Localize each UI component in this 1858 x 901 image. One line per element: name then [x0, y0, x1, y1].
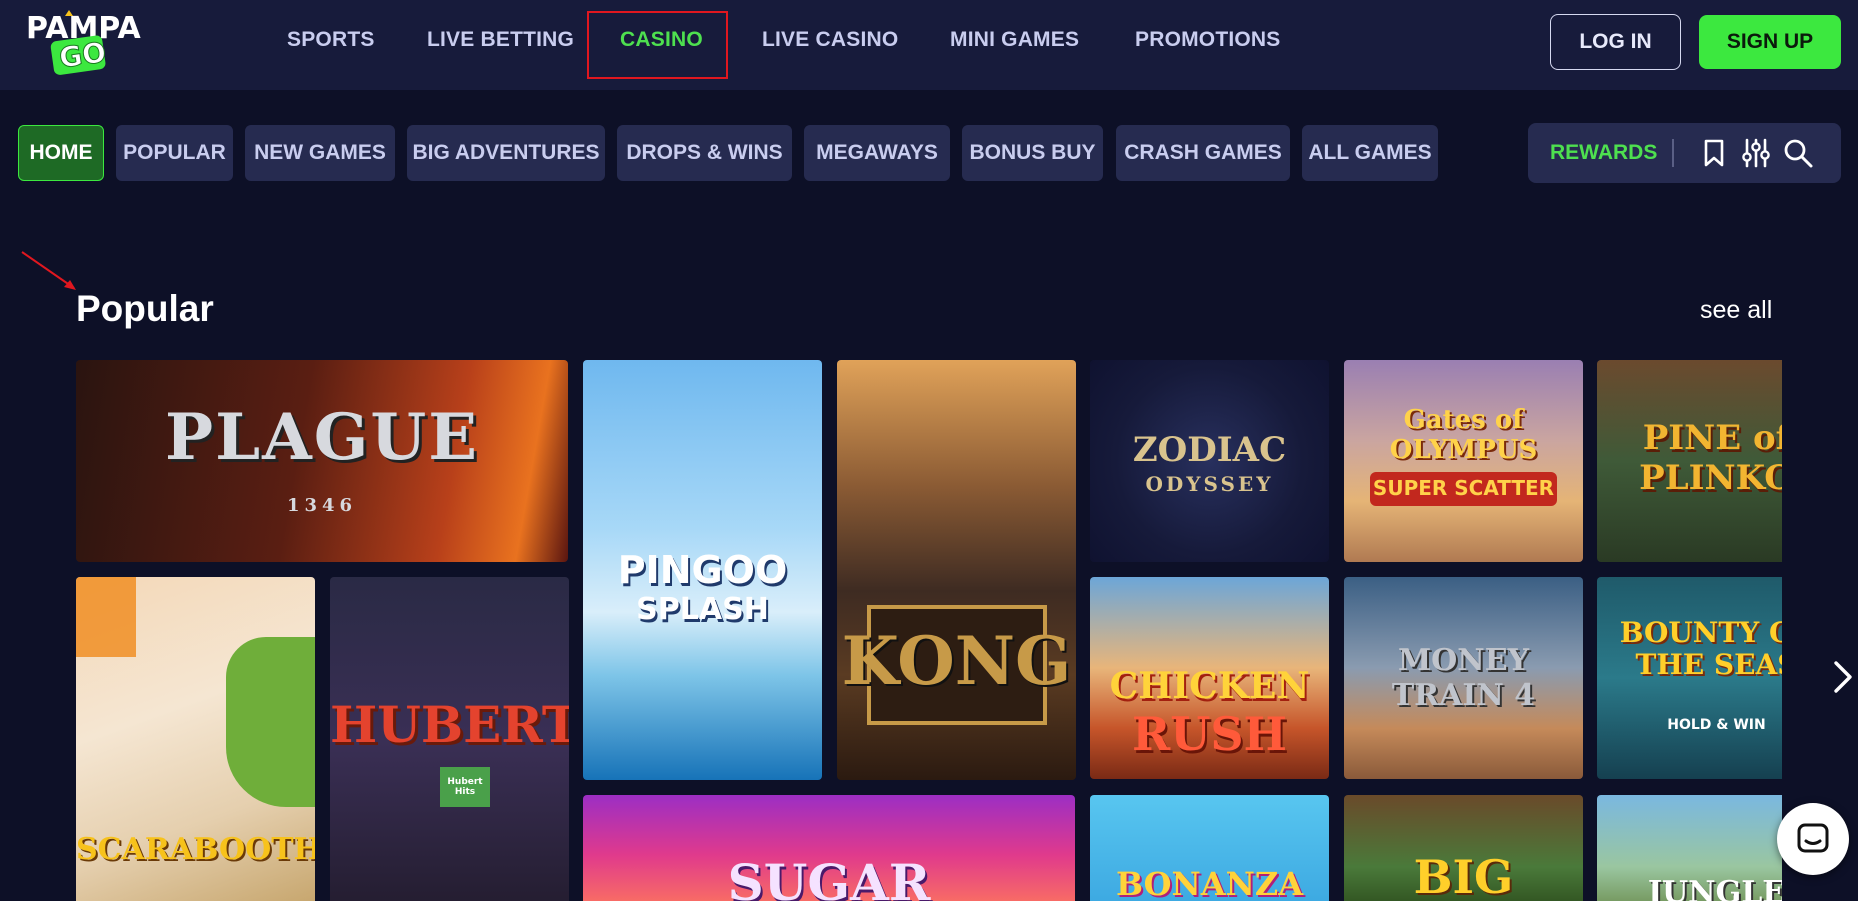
game-tile-chicken-rush[interactable]: CHICKEN RUSH: [1090, 577, 1329, 779]
search-icon[interactable]: [1782, 137, 1814, 169]
game-tile-plague[interactable]: PLAGUE 1346: [76, 360, 568, 562]
game-title: SUGAR: [727, 853, 931, 901]
game-title: Gates of OLYMPUS: [1389, 405, 1538, 465]
pampa-go-logo[interactable]: PAMPA GO: [26, 8, 148, 80]
game-title: PLAGUE: [164, 400, 480, 475]
rewards-link[interactable]: REWARDS: [1550, 141, 1657, 165]
nav-sports[interactable]: SPORTS: [287, 28, 375, 52]
game-tile-gates-of-olympus[interactable]: Gates of OLYMPUS SUPER SCATTER: [1344, 360, 1583, 562]
chat-support-button[interactable]: [1777, 803, 1849, 875]
tab-home[interactable]: HOME: [18, 125, 104, 181]
game-tile-sugar[interactable]: SUGAR: [583, 795, 1075, 901]
casino-toolbar: REWARDS: [1528, 123, 1841, 183]
game-tile-pingoo-splash[interactable]: PINGOO SPLASH: [583, 360, 822, 780]
game-tile-big[interactable]: BIG: [1344, 795, 1583, 901]
game-title: HUBERT: [330, 695, 569, 754]
tab-drops-wins[interactable]: DROPS & WINS: [617, 125, 792, 181]
bookmark-icon[interactable]: [1698, 137, 1730, 169]
tab-popular[interactable]: POPULAR: [116, 125, 233, 181]
game-tile-jungle[interactable]: JUNGLE: [1597, 795, 1782, 901]
tab-bonus-buy[interactable]: BONUS BUY: [962, 125, 1103, 181]
game-subtitle: ODYSSEY: [1145, 472, 1274, 496]
game-tile-scarabooth[interactable]: SCARABOOTH: [76, 577, 315, 901]
game-title: PINGOO: [617, 548, 788, 592]
tab-all-games[interactable]: ALL GAMES: [1302, 125, 1438, 181]
game-title: BOUNTY OF THE SEAS: [1619, 616, 1782, 681]
game-title: PINE of PLINKO: [1639, 418, 1782, 498]
game-title: JUNGLE: [1647, 875, 1782, 901]
tab-crash-games[interactable]: CRASH GAMES: [1116, 125, 1290, 181]
section-title: Popular: [76, 288, 214, 329]
game-grid: PLAGUE 1346 PINGOO SPLASH KONG ZODIAC OD…: [0, 360, 1782, 901]
tab-new-games[interactable]: NEW GAMES: [245, 125, 395, 181]
signup-button[interactable]: SIGN UP: [1699, 15, 1841, 69]
game-title: KONG: [841, 622, 1072, 700]
game-title: ZODIAC: [1132, 430, 1287, 470]
game-subtitle: Hubert Hits: [447, 777, 483, 797]
nav-casino[interactable]: CASINO: [620, 28, 703, 52]
game-tile-kong[interactable]: KONG: [837, 360, 1076, 780]
game-subtitle: SPLASH: [636, 592, 769, 627]
nav-mini-games[interactable]: MINI GAMES: [950, 28, 1079, 52]
chat-icon: [1797, 823, 1829, 853]
game-title: CHICKEN: [1109, 665, 1310, 707]
game-title: MONEY TRAIN 4: [1391, 643, 1536, 713]
game-subtitle: SUPER SCATTER: [1372, 476, 1555, 500]
game-tile-bonanza[interactable]: BONANZA: [1090, 795, 1329, 901]
see-all-link[interactable]: see all: [1700, 296, 1772, 325]
game-title: BIG: [1413, 850, 1514, 901]
game-tile-money-train-4[interactable]: MONEY TRAIN 4: [1344, 577, 1583, 779]
red-arrow-annotation: [21, 251, 76, 290]
chevron-right-icon[interactable]: [1832, 660, 1854, 694]
game-tile-pine-of-plinko[interactable]: PINE of PLINKO: [1597, 360, 1782, 562]
game-tile-hubert[interactable]: HUBERT Hubert Hits: [330, 577, 569, 901]
game-subtitle: 1346: [286, 495, 358, 516]
game-title: BONANZA: [1115, 865, 1304, 901]
game-tile-bounty-of-the-seas[interactable]: BOUNTY OF THE SEAS HOLD & WIN: [1597, 577, 1782, 779]
login-button[interactable]: LOG IN: [1550, 14, 1681, 70]
logo-text-bottom: GO: [57, 36, 108, 75]
tab-big-adventures[interactable]: BIG ADVENTURES: [407, 125, 605, 181]
toolbar-divider: [1672, 139, 1674, 167]
filter-sliders-icon[interactable]: [1740, 137, 1772, 169]
tab-megaways[interactable]: MEGAWAYS: [804, 125, 950, 181]
nav-promotions[interactable]: PROMOTIONS: [1135, 28, 1281, 52]
game-title: SCARABOOTH: [76, 832, 315, 867]
nav-live-betting[interactable]: LIVE BETTING: [427, 28, 574, 52]
game-tile-zodiac-odyssey[interactable]: ZODIAC ODYSSEY: [1090, 360, 1329, 562]
game-subtitle: HOLD & WIN: [1667, 717, 1766, 733]
nav-live-casino[interactable]: LIVE CASINO: [762, 28, 898, 52]
game-subtitle: RUSH: [1131, 707, 1288, 761]
